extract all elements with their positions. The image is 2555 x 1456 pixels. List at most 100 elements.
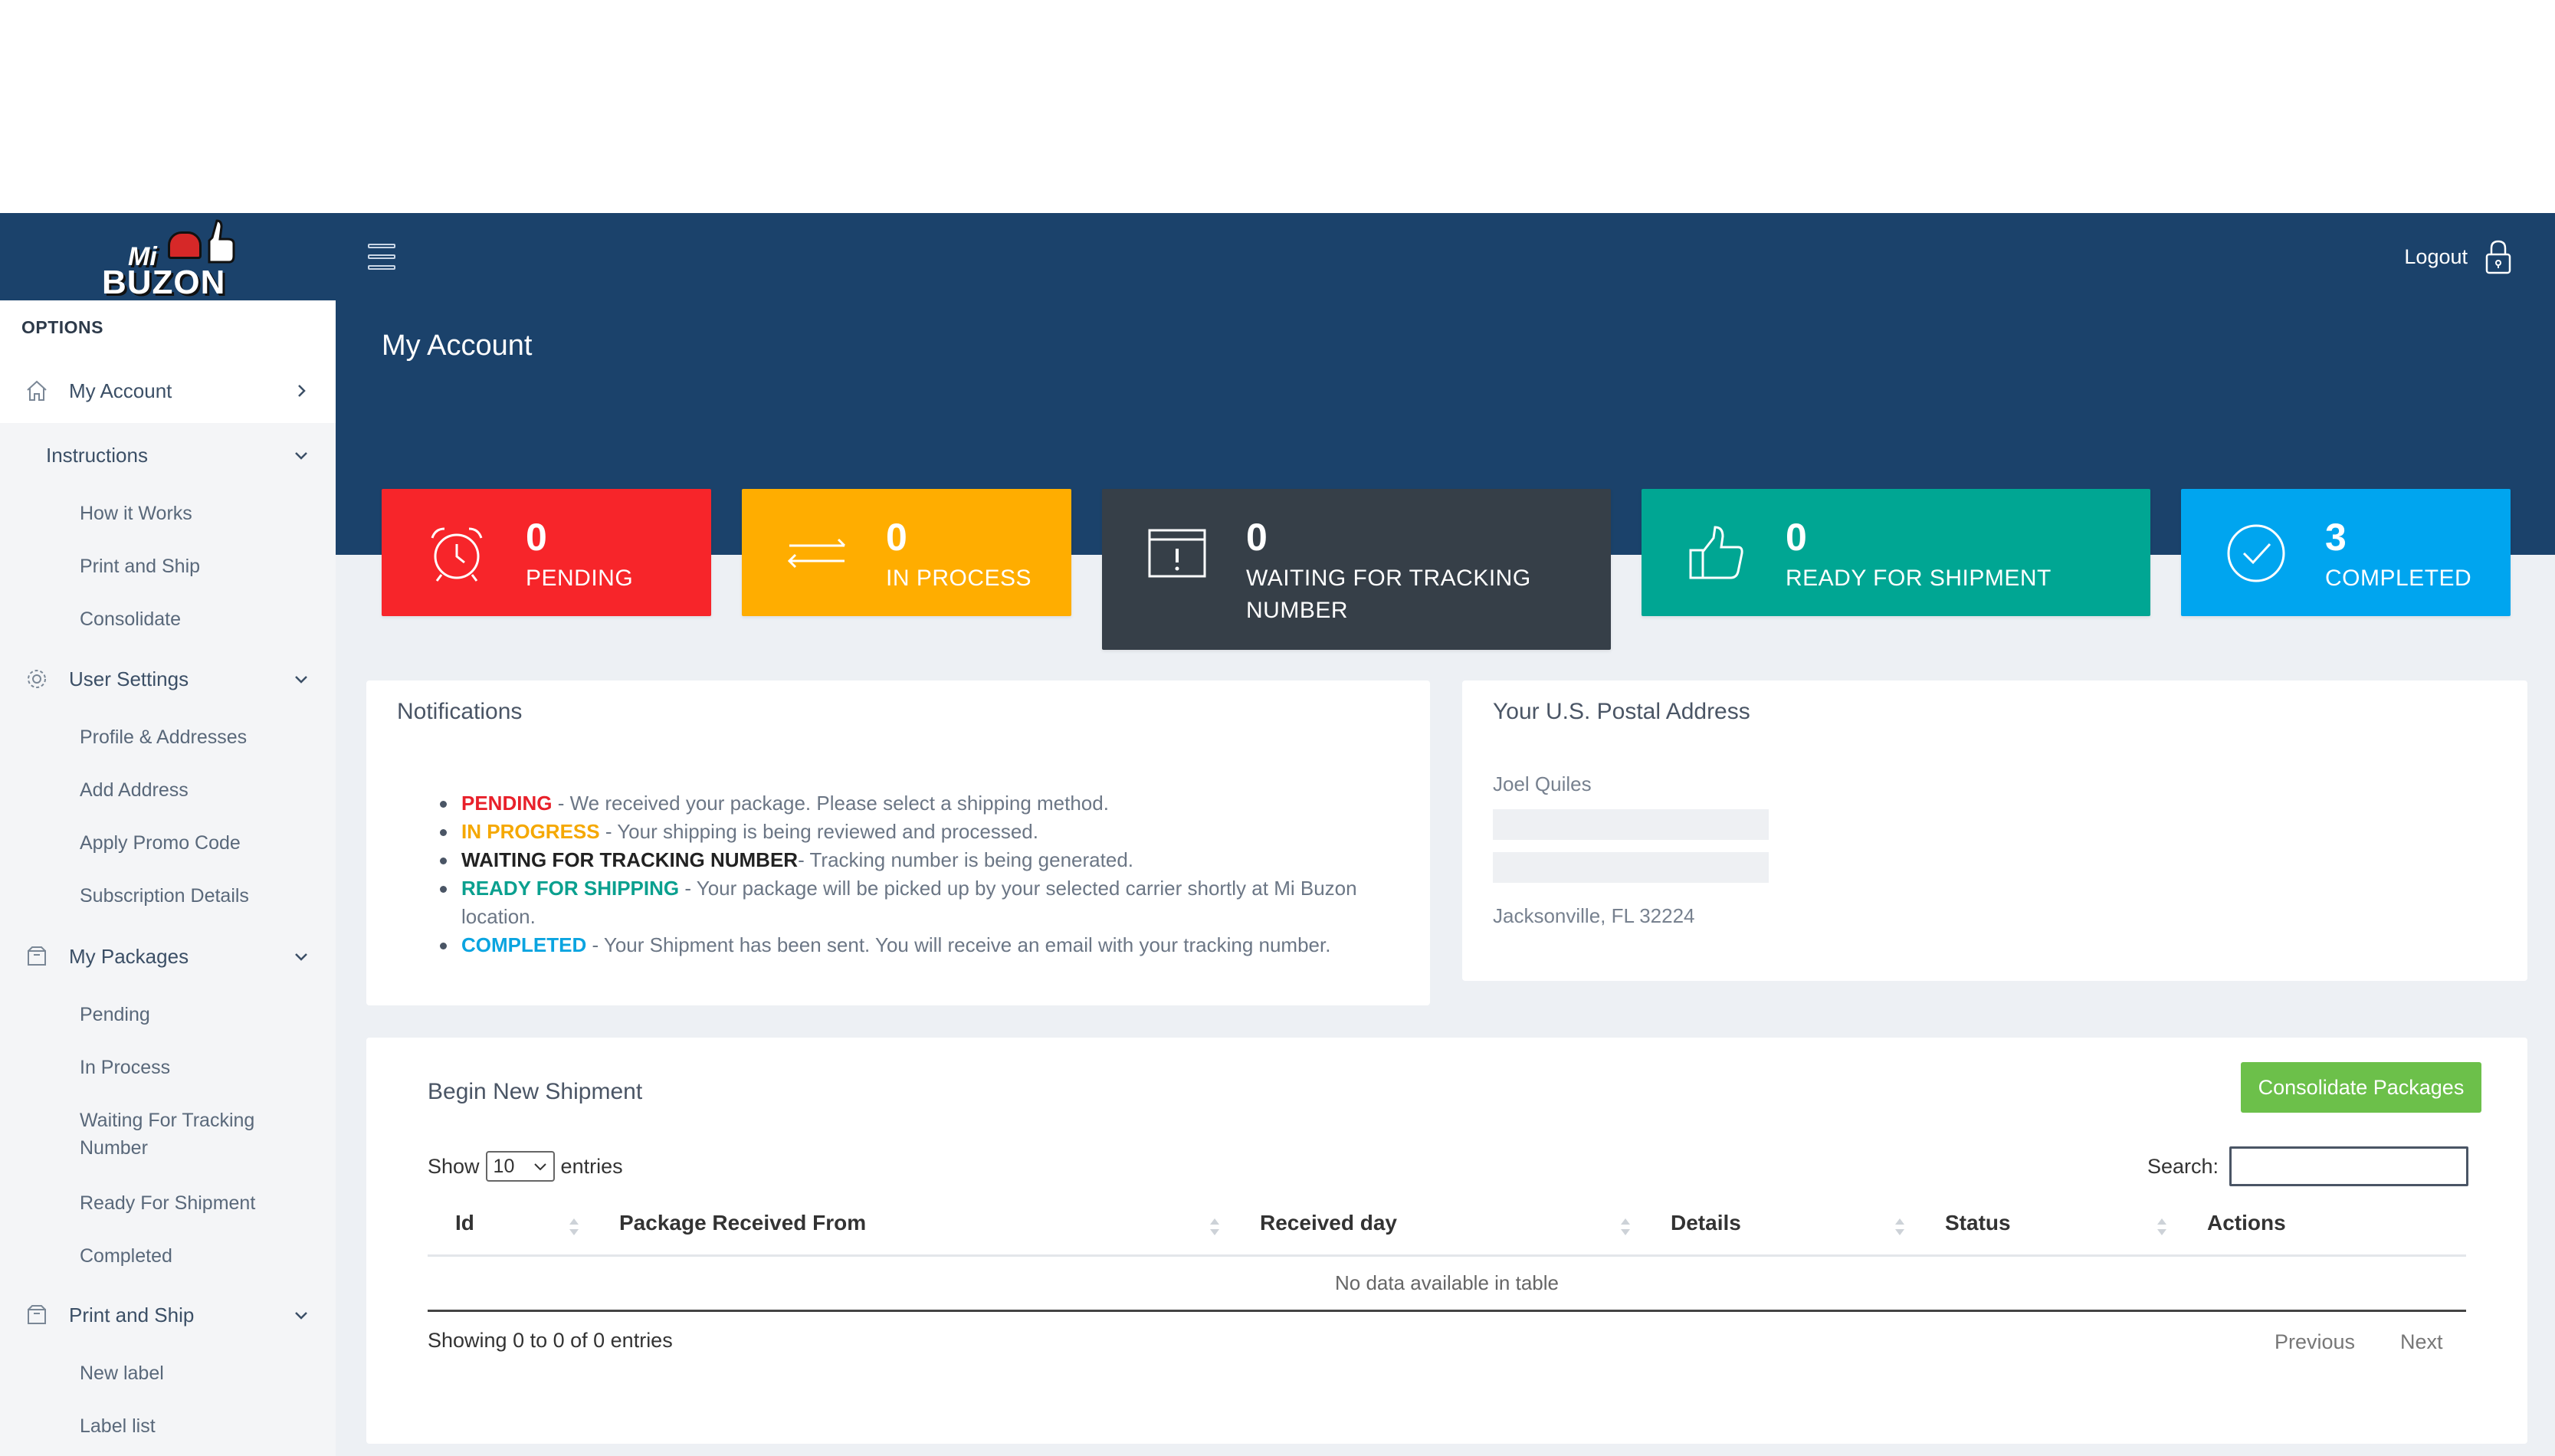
ready-label: READY FOR SHIPMENT [1786,566,2052,591]
table-empty-text: No data available in table [1335,1271,1559,1294]
in-process-label: IN PROCESS [886,566,1032,591]
waiting-count: 0 [1246,516,1268,559]
chevron-right-icon [298,385,306,397]
pending-label: PENDING [526,566,634,591]
search-label: Search: [2147,1154,2219,1178]
pagination-next[interactable]: Next [2400,1330,2443,1354]
lock-icon [2485,240,2511,274]
sidebar-link-how-it-works[interactable]: How it Works [80,500,192,527]
sort-icon [1210,1218,1219,1235]
sidebar-link-in-process[interactable]: In Process [80,1054,170,1081]
sidebar-link-completed[interactable]: Completed [80,1242,172,1270]
status-card-waiting-tracking[interactable]: 0 WAITING FOR TRACKING NUMBER [1102,489,1611,650]
brand-logo[interactable]: Mi BUZON [0,213,336,301]
sidebar-item-print-and-ship[interactable]: Print and Ship [0,1298,336,1332]
table-header: Id Package Received From Received day De… [428,1203,2466,1257]
logout-button[interactable]: Logout [2404,239,2512,274]
status-card-in-process[interactable]: 0 IN PROCESS [742,489,1071,616]
sidebar-item-label: My Packages [69,944,189,968]
sidebar-link-add-address[interactable]: Add Address [80,776,189,804]
sidebar-link-profile-addresses[interactable]: Profile & Addresses [80,723,247,751]
status-card-ready-for-shipment[interactable]: 0 READY FOR SHIPMENT [1642,489,2150,616]
column-header-id[interactable]: Id [455,1211,474,1235]
menu-toggle-icon[interactable] [368,244,395,270]
notif-key-ready: READY FOR SHIPPING [461,877,680,900]
postal-address-title: Your U.S. Postal Address [1493,699,1750,724]
sidebar-link-waiting-tracking[interactable]: Waiting For Tracking Number [80,1107,254,1162]
notif-key-waiting: WAITING FOR TRACKING NUMBER [461,848,799,871]
table-search: Search: [2147,1146,2469,1186]
sidebar-item-my-packages[interactable]: My Packages [0,940,336,973]
sidebar-link-apply-promo-code[interactable]: Apply Promo Code [80,829,241,857]
notifications-title: Notifications [397,699,523,724]
transfer-arrows-icon [787,538,846,569]
postal-address-panel: Your U.S. Postal Address Joel Quiles Jac… [1462,680,2527,981]
sidebar-item-my-account[interactable]: My Account [0,374,336,408]
sidebar-link-ready-for-shipment[interactable]: Ready For Shipment [80,1189,255,1217]
sidebar-link-print-and-ship[interactable]: Print and Ship [80,553,200,580]
sidebar-item-label: Instructions [46,443,148,467]
notifications-panel: Notifications PENDING - We received your… [366,680,1430,1005]
entries-select[interactable]: 10 [485,1151,555,1182]
notifications-list: PENDING - We received your package. Plea… [440,789,1405,959]
column-header-details[interactable]: Details [1671,1211,1741,1235]
completed-count: 3 [2325,516,2347,559]
chevron-down-icon [295,1312,307,1320]
column-header-actions: Actions [2207,1211,2286,1235]
sidebar-item-instructions[interactable]: Instructions [0,438,336,472]
gear-icon [28,670,46,688]
notif-key-in-progress: IN PROGRESS [461,820,600,843]
table-empty-row: No data available in table [428,1257,2466,1312]
sort-icon [1895,1218,1904,1235]
waiting-label-line2: NUMBER [1246,598,1349,623]
list-item: PENDING - We received your package. Plea… [440,789,1405,818]
address-line-redacted [1493,809,1769,840]
sidebar-item-user-settings[interactable]: User Settings [0,662,336,696]
pending-count: 0 [526,516,547,559]
entries-label: entries [560,1154,623,1178]
sort-icon [1621,1218,1630,1235]
logo-buzon-text: BUZON [102,264,226,301]
sidebar-link-pending[interactable]: Pending [80,1001,150,1028]
logout-label: Logout [2404,244,2468,268]
sidebar-link-waiting-line1: Waiting For Tracking [80,1110,255,1131]
sort-icon [569,1218,579,1235]
sidebar-link-consolidate[interactable]: Consolidate [80,605,181,633]
show-label: Show [428,1154,480,1178]
page-root: Mi BUZON Logout My Account OPTIONS My Ac… [0,0,2555,1456]
sidebar-link-subscription-details[interactable]: Subscription Details [80,882,249,910]
address-name: Joel Quiles [1493,772,1592,795]
notif-key-pending: PENDING [461,792,553,815]
check-circle-icon [2227,524,2285,582]
alarm-clock-icon [431,527,483,582]
status-card-completed[interactable]: 3 COMPLETED [2181,489,2511,616]
sort-icon [2157,1218,2166,1235]
notif-text: - Tracking number is being generated. [798,848,1134,871]
chevron-down-icon [295,676,307,684]
list-item: IN PROGRESS - Your shipping is being rev… [440,818,1405,846]
search-input[interactable] [2229,1146,2469,1186]
waiting-label: WAITING FOR TRACKING NUMBER [1246,562,1531,627]
chevron-down-icon [533,1163,546,1171]
status-card-pending[interactable]: 0 PENDING [382,489,711,616]
shipment-title: Begin New Shipment [428,1079,643,1104]
ready-count: 0 [1786,516,1807,559]
home-icon [27,380,47,401]
column-header-status[interactable]: Status [1945,1211,2011,1235]
sidebar-link-waiting-line2: Number [80,1137,148,1159]
notif-key-completed: COMPLETED [461,933,587,956]
pagination-previous[interactable]: Previous [2275,1330,2355,1354]
waiting-label-line1: WAITING FOR TRACKING [1246,566,1531,591]
notif-text: - We received your package. Please selec… [552,792,1109,815]
column-header-received-day[interactable]: Received day [1260,1211,1397,1235]
address-line-redacted [1493,852,1769,883]
sidebar-link-new-label[interactable]: New label [80,1359,164,1387]
table-info: Showing 0 to 0 of 0 entries [428,1329,673,1352]
consolidate-packages-button[interactable]: Consolidate Packages [2241,1062,2481,1113]
sidebar-item-label: User Settings [69,667,189,690]
thumbs-up-icon [208,219,235,264]
mailbox-icon [168,231,202,259]
column-header-package-received-from[interactable]: Package Received From [619,1211,866,1235]
sidebar-link-label-list[interactable]: Label list [80,1412,156,1440]
chevron-down-icon [295,953,307,961]
